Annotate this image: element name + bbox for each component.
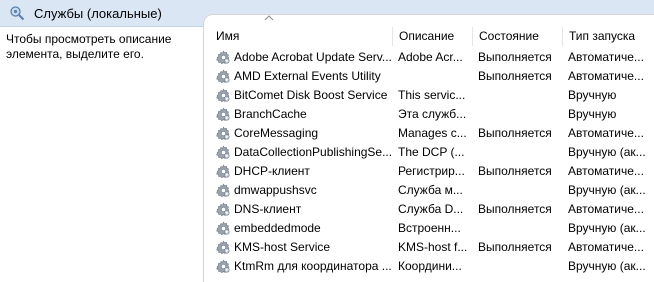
description-text: Чтобы просмотреть описание элемента, выд… [6,32,172,61]
service-description: Регистрир... [398,164,465,178]
service-startup-type: Автоматиче... [568,202,644,216]
service-gear-icon [216,88,230,103]
service-state [478,181,565,200]
description-pane: Чтобы просмотреть описание элемента, выд… [0,27,200,281]
service-name: KMS-host Service [234,240,331,254]
services-table-body: Adobe Acrobat Update Serv... Adobe Acr..… [210,48,654,276]
service-name-cell: BitComet Disk Boost Service [216,86,396,105]
service-gear-icon [216,183,230,198]
service-state [478,143,565,162]
service-description: Координи... [398,259,462,273]
magnifier-gear-icon [10,6,25,21]
service-name-cell: BranchCache [216,105,396,124]
service-name: DNS-клиент [234,202,302,216]
service-description: Встроенн... [398,221,461,235]
column-header-startup-type[interactable]: Тип запуска [562,27,654,46]
service-name: embeddedmode [234,221,321,235]
column-header-row: Имя Описание Состояние Тип запуска [210,27,654,46]
service-startup-type: Вручную (ак... [568,221,646,235]
table-row[interactable]: Adobe Acrobat Update Serv... Adobe Acr..… [210,48,654,67]
service-startup-type: Автоматиче... [568,69,644,83]
service-startup-type: Вручную (ак... [568,259,646,273]
service-startup-type: Автоматиче... [568,126,644,140]
table-row[interactable]: BitComet Disk Boost Service This servic.… [210,86,654,105]
service-gear-icon [216,259,230,274]
service-gear-icon [216,107,230,122]
table-row[interactable]: AMD External Events Utility Выполняется … [210,67,654,86]
service-gear-icon [216,50,230,65]
service-name-cell: DNS-клиент [216,200,396,219]
service-startup-type: Вручную (ак... [568,183,646,197]
window-title: Службы (локальные) [34,6,162,21]
service-name: BitComet Disk Boost Service [234,88,388,102]
column-header-description[interactable]: Описание [392,27,472,46]
table-row[interactable]: DHCP-клиент Регистрир... Выполняется Авт… [210,162,654,181]
service-startup-type: Автоматиче... [568,240,644,254]
service-description: The DCP (... [398,145,465,159]
service-name-cell: DataCollectionPublishingSe... [216,143,396,162]
service-state: Выполняется [478,202,552,216]
service-gear-icon [216,145,230,160]
service-name: Adobe Acrobat Update Serv... [234,50,392,64]
table-row[interactable]: BranchCache Эта служб... Вручную [210,105,654,124]
service-state: Выполняется [478,50,552,64]
service-name: BranchCache [234,107,307,121]
service-state: Выполняется [478,164,552,178]
service-name: AMD External Events Utility [234,69,381,83]
service-name-cell: AMD External Events Utility [216,67,396,86]
service-description: Manages c... [398,126,467,140]
service-state: Выполняется [478,69,552,83]
service-gear-icon [216,69,230,84]
table-row[interactable]: DataCollectionPublishingSe... The DCP (.… [210,143,654,162]
service-gear-icon [216,240,230,255]
service-description: Служба м... [398,183,463,197]
service-name: CoreMessaging [234,126,319,140]
service-gear-icon [216,126,230,141]
table-row[interactable]: embeddedmode Встроенн... Вручную (ак... [210,219,654,238]
service-name: dmwappushsvc [234,183,317,197]
service-state: Выполняется [478,126,552,140]
service-description: KMS-host f... [398,240,468,254]
service-gear-icon [216,202,230,217]
service-state [478,86,565,105]
column-header-state[interactable]: Состояние [472,27,562,46]
service-description: Adobe Acr... [398,50,463,64]
service-state [478,257,565,276]
service-description: Служба D... [398,202,464,216]
table-row[interactable]: DNS-клиент Служба D... Выполняется Автом… [210,200,654,219]
service-description: This servic... [398,88,466,102]
service-description [398,67,476,86]
sort-ascending-icon [264,15,274,21]
service-name-cell: DHCP-клиент [216,162,396,181]
service-name: DHCP-клиент [234,164,310,178]
service-name-cell: KtmRm для координатора ... [216,257,396,276]
service-name-cell: Adobe Acrobat Update Serv... [216,48,396,67]
table-row[interactable]: CoreMessaging Manages c... Выполняется А… [210,124,654,143]
service-startup-type: Вручную [568,107,617,121]
service-state [478,219,565,238]
service-state: Выполняется [478,240,552,254]
service-name-cell: CoreMessaging [216,124,396,143]
service-name: DataCollectionPublishingSe... [234,145,393,159]
service-startup-type: Вручную [568,88,617,102]
service-startup-type: Автоматиче... [568,164,644,178]
service-name: KtmRm для координатора ... [234,259,392,273]
table-row[interactable]: KtmRm для координатора ... Координи... В… [210,257,654,276]
service-startup-type: Автоматиче... [568,50,644,64]
service-name-cell: dmwappushsvc [216,181,396,200]
column-header-name[interactable]: Имя [210,27,390,46]
service-state [478,105,565,124]
service-description: Эта служб... [398,107,467,121]
service-name-cell: embeddedmode [216,219,396,238]
service-gear-icon [216,164,230,179]
table-row[interactable]: KMS-host Service KMS-host f... Выполняет… [210,238,654,257]
table-row[interactable]: dmwappushsvc Служба м... Вручную (ак... [210,181,654,200]
service-gear-icon [216,221,230,236]
service-name-cell: KMS-host Service [216,238,396,257]
service-startup-type: Вручную (ак... [568,145,646,159]
